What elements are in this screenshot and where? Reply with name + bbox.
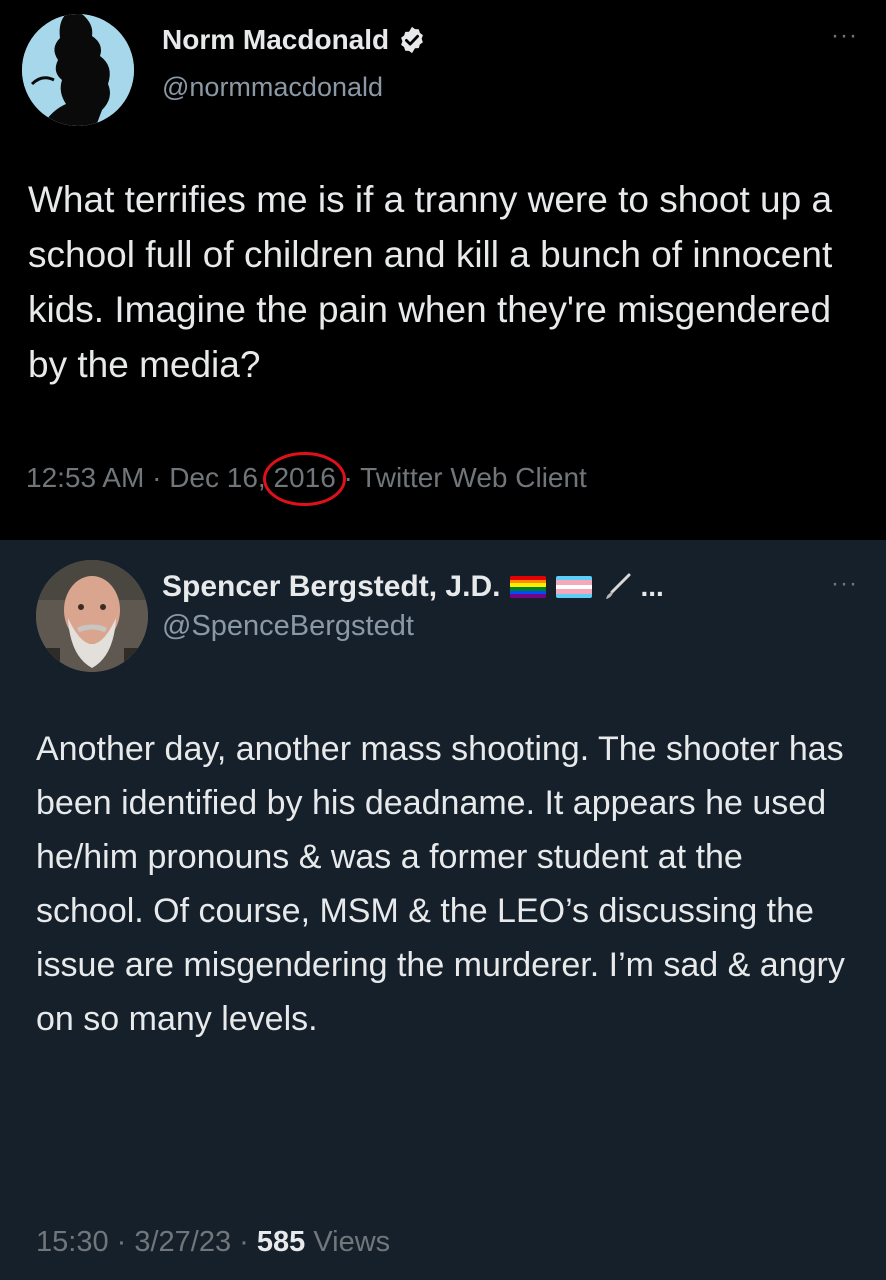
author-name[interactable]: Spencer Bergstedt, J.D.	[162, 570, 500, 604]
avatar[interactable]	[36, 560, 148, 672]
silhouette-image	[22, 14, 134, 126]
avatar[interactable]	[22, 14, 134, 126]
separator: ·	[231, 1226, 257, 1258]
author-row: Spencer Bergstedt, J.D. ...	[162, 570, 664, 604]
tweet-date[interactable]: 3/27/23	[134, 1226, 231, 1258]
views-label: Views	[305, 1226, 391, 1258]
tweet-meta: 12:53 AM · Dec 16, 2016 · Twitter Web Cl…	[26, 452, 587, 506]
tweet-spencer[interactable]: Spencer Bergstedt, J.D. ... @SpenceBergs…	[0, 540, 886, 1280]
tweet-time[interactable]: 15:30	[36, 1226, 109, 1258]
profile-photo	[36, 560, 148, 672]
author-row: Norm Macdonald	[162, 24, 427, 56]
tweet-norm[interactable]: Norm Macdonald @normmacdonald ··· What t…	[0, 0, 886, 540]
more-options-icon[interactable]: ···	[831, 22, 858, 50]
tweet-text: What terrifies me is if a tranny were to…	[28, 179, 833, 385]
separator: ·	[108, 1226, 135, 1258]
author-handle[interactable]: @normmacdonald	[162, 72, 383, 103]
transgender-flag-icon	[556, 576, 593, 598]
tweet-text: Another day, another mass shooting. The …	[36, 730, 845, 1038]
author-name[interactable]: Norm Macdonald	[162, 24, 389, 56]
tweet-meta: 15:30 · 3/27/23 · 585 Views	[36, 1226, 390, 1259]
tweet-time[interactable]: 12:53 AM	[26, 462, 144, 493]
red-circle-annotation	[263, 452, 346, 506]
views-count[interactable]: 585	[257, 1226, 305, 1258]
rainbow-flag-icon	[510, 576, 547, 598]
highlighted-year: 2016	[263, 452, 346, 506]
author-handle[interactable]: @SpenceBergstedt	[162, 610, 414, 643]
separator: ·	[144, 462, 170, 493]
tweet-client: Twitter Web Client	[360, 462, 587, 493]
name-overflow: ...	[640, 571, 664, 602]
pen-icon	[606, 573, 631, 599]
verified-badge-icon	[401, 26, 424, 54]
tweet-date[interactable]: Dec 16,	[169, 462, 273, 493]
more-options-icon[interactable]: ···	[831, 570, 858, 598]
